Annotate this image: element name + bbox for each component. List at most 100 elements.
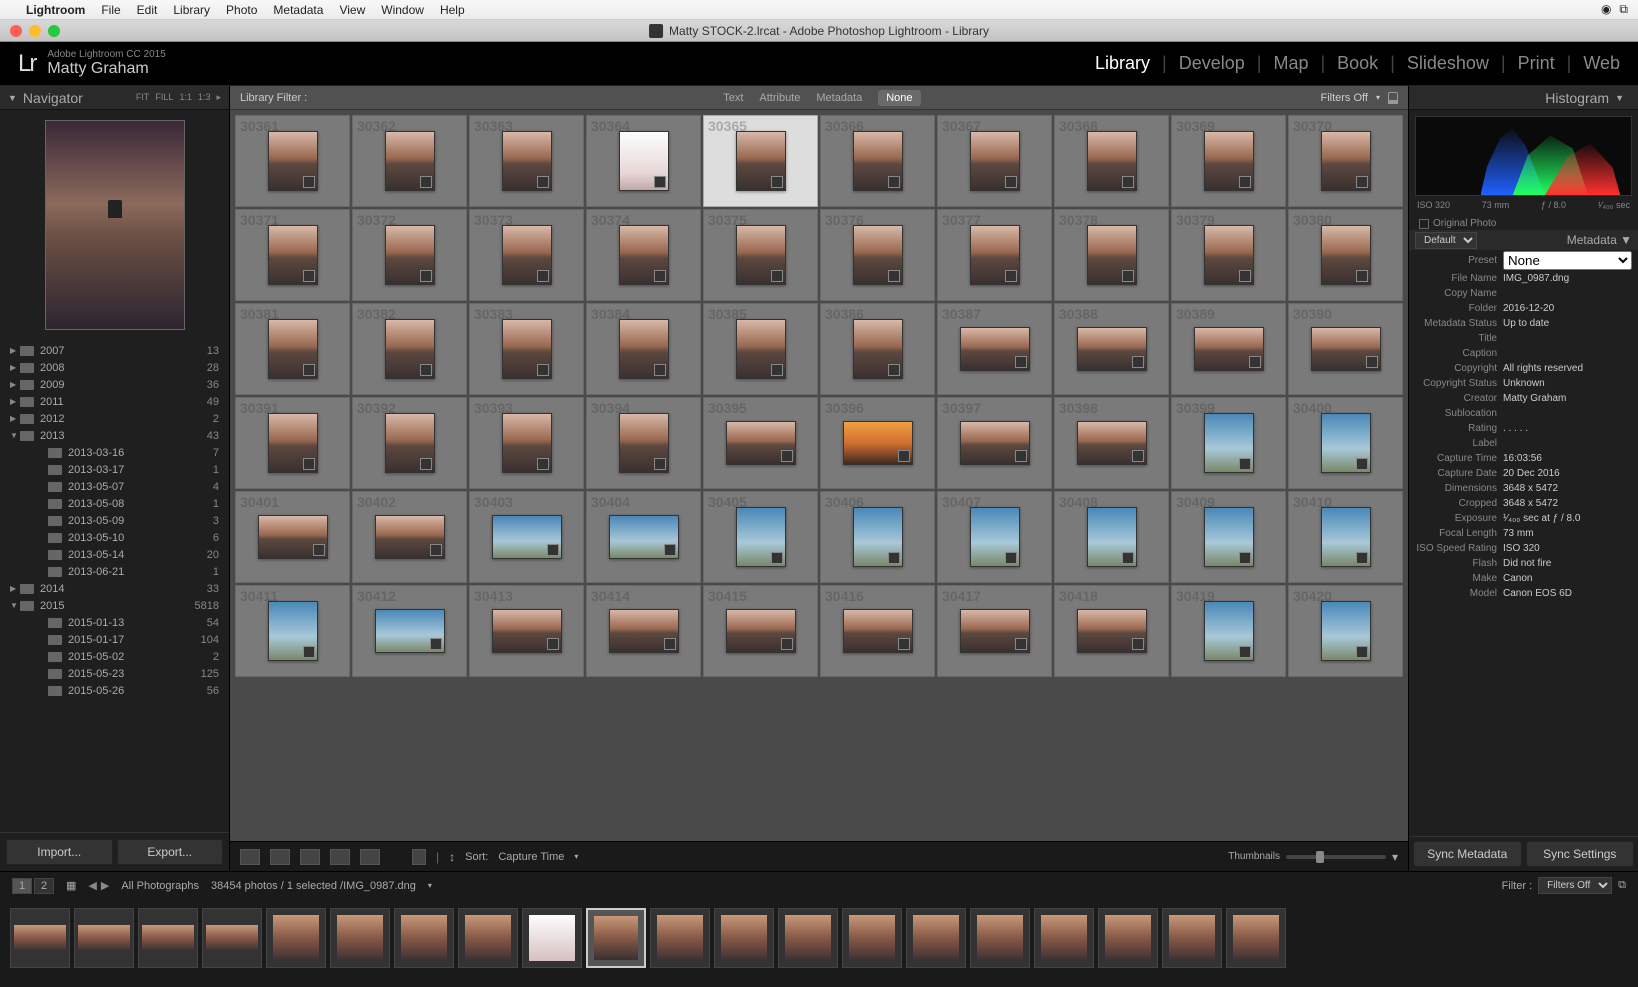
grid-cell[interactable]: 30395 [703, 397, 818, 489]
grid-cell[interactable]: 30368 [1054, 115, 1169, 207]
grid-cell[interactable]: 30389 [1171, 303, 1286, 395]
module-book[interactable]: Book [1337, 53, 1378, 74]
grid-cell[interactable]: 30407 [937, 491, 1052, 583]
folder-2013-03-17[interactable]: 2013-03-171 [0, 461, 229, 478]
module-print[interactable]: Print [1518, 53, 1555, 74]
second-window-button[interactable]: 2 [34, 878, 54, 894]
folder-2015-05-23[interactable]: 2015-05-23125 [0, 665, 229, 682]
metadata-header[interactable]: Default Metadata ▼ [1409, 230, 1638, 250]
toolbar-disclosure-icon[interactable]: ▾ [1392, 850, 1398, 864]
grid-cell[interactable]: 30410 [1288, 491, 1403, 583]
source-label[interactable]: All Photographs [121, 880, 199, 892]
filmstrip-thumb[interactable] [650, 908, 710, 968]
menu-help[interactable]: Help [440, 3, 465, 17]
folder-2013-05-08[interactable]: 2013-05-081 [0, 495, 229, 512]
filmstrip-thumb[interactable] [202, 908, 262, 968]
grid-cell[interactable]: 30385 [703, 303, 818, 395]
thumbnail-grid[interactable]: 3036130362303633036430365303663036730368… [230, 110, 1408, 841]
grid-cell[interactable]: 30397 [937, 397, 1052, 489]
folder-2013-05-14[interactable]: 2013-05-1420 [0, 546, 229, 563]
folder-2014[interactable]: ▶201433 [0, 580, 229, 597]
nav-zoom-fill[interactable]: FILL [155, 92, 173, 103]
grid-cell[interactable]: 30363 [469, 115, 584, 207]
grid-cell[interactable]: 30375 [703, 209, 818, 301]
menu-lightroom[interactable]: Lightroom [26, 3, 85, 17]
grid-cell[interactable]: 30383 [469, 303, 584, 395]
menu-view[interactable]: View [339, 3, 365, 17]
filmstrip-thumb[interactable] [714, 908, 774, 968]
filmstrip-thumb[interactable] [10, 908, 70, 968]
filmstrip-thumb[interactable] [586, 908, 646, 968]
screens-icon[interactable]: ⧉ [1619, 2, 1628, 17]
menu-library[interactable]: Library [173, 3, 210, 17]
folder-2012[interactable]: ▶20122 [0, 410, 229, 427]
cc-sync-icon[interactable]: ◉ [1601, 2, 1611, 17]
grid-cell[interactable]: 30418 [1054, 585, 1169, 677]
grid-cell[interactable]: 30366 [820, 115, 935, 207]
grid-cell[interactable]: 30386 [820, 303, 935, 395]
grid-cell[interactable]: 30411 [235, 585, 350, 677]
folder-2013-05-09[interactable]: 2013-05-093 [0, 512, 229, 529]
grid-cell[interactable]: 30371 [235, 209, 350, 301]
grid-cell[interactable]: 30365 [703, 115, 818, 207]
module-web[interactable]: Web [1583, 53, 1620, 74]
menu-window[interactable]: Window [381, 3, 424, 17]
filter-settings-icon[interactable]: ⧉ [1618, 879, 1626, 892]
grid-cell[interactable]: 30402 [352, 491, 467, 583]
filmstrip-thumb[interactable] [74, 908, 134, 968]
grid-cell[interactable]: 30391 [235, 397, 350, 489]
grid-cell[interactable]: 30367 [937, 115, 1052, 207]
folder-2011[interactable]: ▶201149 [0, 393, 229, 410]
filter-tab-text[interactable]: Text [723, 92, 743, 104]
folder-2013-05-07[interactable]: 2013-05-074 [0, 478, 229, 495]
compare-view-button[interactable] [300, 849, 320, 865]
import-button[interactable]: Import... [6, 839, 113, 865]
grid-cell[interactable]: 30396 [820, 397, 935, 489]
lock-icon[interactable] [1388, 92, 1398, 104]
grid-cell[interactable]: 30406 [820, 491, 935, 583]
grid-cell[interactable]: 30361 [235, 115, 350, 207]
filter-tab-metadata[interactable]: Metadata [816, 92, 862, 104]
folder-2009[interactable]: ▶200936 [0, 376, 229, 393]
grid-cell[interactable]: 30369 [1171, 115, 1286, 207]
filmstrip-thumb[interactable] [138, 908, 198, 968]
filmstrip-thumb[interactable] [1098, 908, 1158, 968]
folder-2013-05-10[interactable]: 2013-05-106 [0, 529, 229, 546]
grid-cell[interactable]: 30399 [1171, 397, 1286, 489]
grid-cell[interactable]: 30420 [1288, 585, 1403, 677]
grid-cell[interactable]: 30405 [703, 491, 818, 583]
export-button[interactable]: Export... [117, 839, 224, 865]
filmstrip-thumb[interactable] [970, 908, 1030, 968]
chevron-down-icon[interactable]: ▾ [574, 852, 578, 861]
grid-cell[interactable]: 30378 [1054, 209, 1169, 301]
folder-2015-01-13[interactable]: 2015-01-1354 [0, 614, 229, 631]
original-photo-checkbox[interactable] [1419, 219, 1429, 229]
grid-cell[interactable]: 30394 [586, 397, 701, 489]
filter-tab-none[interactable]: None [878, 90, 920, 106]
grid-cell[interactable]: 30404 [586, 491, 701, 583]
grid-cell[interactable]: 30377 [937, 209, 1052, 301]
grid-cell[interactable]: 30413 [469, 585, 584, 677]
navigator-preview[interactable] [0, 110, 229, 340]
grid-cell[interactable]: 30416 [820, 585, 935, 677]
grid-cell[interactable]: 30384 [586, 303, 701, 395]
grid-cell[interactable]: 30408 [1054, 491, 1169, 583]
filmstrip-thumb[interactable] [842, 908, 902, 968]
module-library[interactable]: Library [1095, 53, 1150, 74]
folder-2015[interactable]: ▼20155818 [0, 597, 229, 614]
grid-cell[interactable]: 30388 [1054, 303, 1169, 395]
histogram-header[interactable]: Histogram ▼ [1409, 86, 1638, 110]
chevron-down-icon[interactable]: ▾ [1376, 93, 1380, 102]
filmstrip-thumb[interactable] [394, 908, 454, 968]
grid-icon[interactable]: ▦ [66, 879, 76, 892]
folder-2013-03-16[interactable]: 2013-03-167 [0, 444, 229, 461]
grid-cell[interactable]: 30417 [937, 585, 1052, 677]
sort-direction-icon[interactable]: ↕ [449, 850, 455, 864]
filmstrip-thumb[interactable] [1162, 908, 1222, 968]
people-view-button[interactable] [360, 849, 380, 865]
grid-cell[interactable]: 30412 [352, 585, 467, 677]
module-develop[interactable]: Develop [1179, 53, 1245, 74]
menu-metadata[interactable]: Metadata [273, 3, 323, 17]
folder-2007[interactable]: ▶200713 [0, 342, 229, 359]
filmstrip-thumb[interactable] [458, 908, 518, 968]
